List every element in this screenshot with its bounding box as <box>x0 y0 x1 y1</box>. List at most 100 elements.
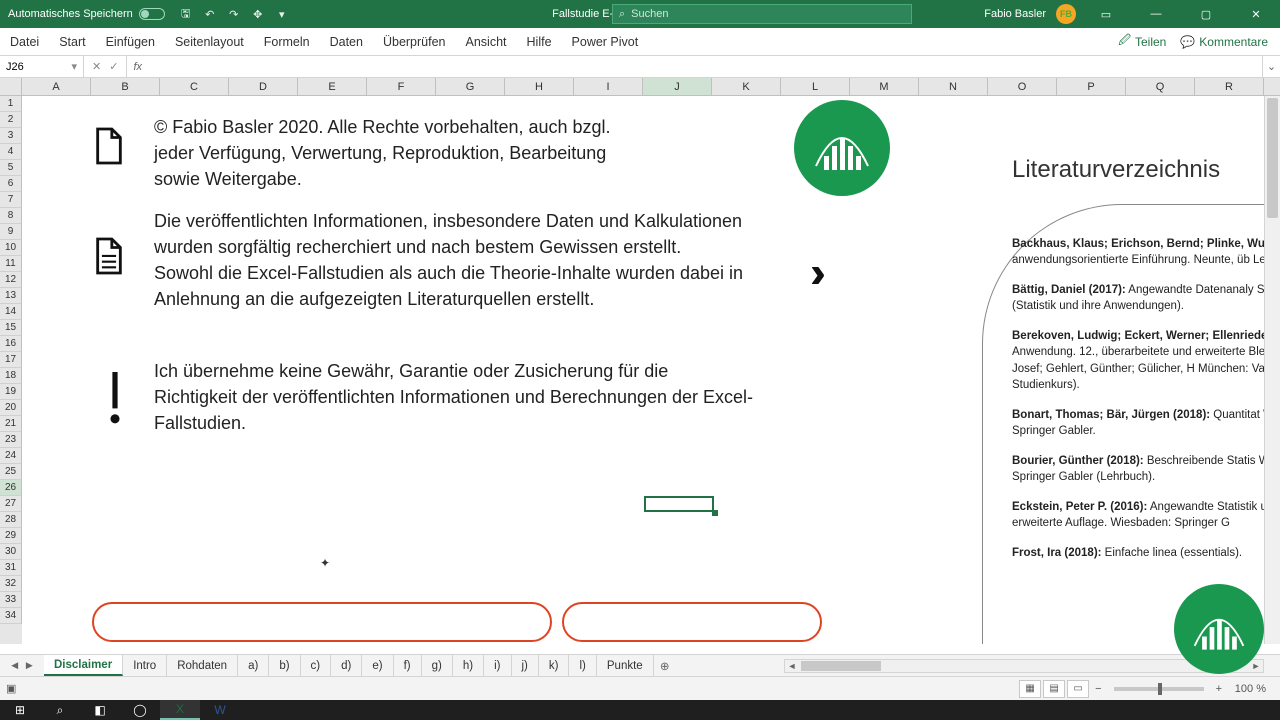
row-header[interactable]: 27 <box>0 496 22 512</box>
row-header[interactable]: 2 <box>0 112 22 128</box>
sheet-tab[interactable]: a) <box>238 655 269 676</box>
maximize-icon[interactable]: ▢ <box>1186 0 1226 28</box>
ribbon-tab-einfügen[interactable]: Einfügen <box>96 28 165 55</box>
zoom-slider[interactable] <box>1114 687 1204 691</box>
column-header[interactable]: B <box>91 78 160 95</box>
start-button[interactable]: ⊞ <box>0 700 40 720</box>
row-header[interactable]: 23 <box>0 432 22 448</box>
row-header[interactable]: 16 <box>0 336 22 352</box>
share-button[interactable]: 🖉 Teilen <box>1118 31 1166 52</box>
search-input[interactable]: ⌕ Suchen <box>612 4 912 24</box>
close-icon[interactable]: ✕ <box>1236 0 1276 28</box>
vertical-scrollbar[interactable] <box>1264 96 1280 644</box>
sheet-tab[interactable]: Intro <box>123 655 167 676</box>
word-taskbar-icon[interactable]: W <box>200 700 240 720</box>
row-header[interactable]: 4 <box>0 144 22 160</box>
expand-formula-icon[interactable]: ⌄ <box>1262 56 1280 77</box>
sheet-tab[interactable]: h) <box>453 655 484 676</box>
tab-nav[interactable]: ◄ ► <box>0 660 44 672</box>
zoom-level[interactable]: 100 % <box>1228 683 1272 695</box>
column-header[interactable]: M <box>850 78 919 95</box>
column-header[interactable]: C <box>160 78 229 95</box>
fill-handle[interactable] <box>712 510 718 516</box>
sheet-tab[interactable]: e) <box>362 655 393 676</box>
sheet-tab[interactable]: b) <box>269 655 300 676</box>
row-header[interactable]: 19 <box>0 384 22 400</box>
row-header[interactable]: 5 <box>0 160 22 176</box>
column-header[interactable]: J <box>643 78 712 95</box>
row-header[interactable]: 34 <box>0 608 22 624</box>
row-header[interactable]: 10 <box>0 240 22 256</box>
row-header[interactable]: 7 <box>0 192 22 208</box>
worksheet-grid[interactable]: 1234567891011121314151617181920212324252… <box>0 96 1264 644</box>
column-header[interactable]: N <box>919 78 988 95</box>
sheet-tab[interactable]: c) <box>301 655 332 676</box>
ribbon-tab-daten[interactable]: Daten <box>320 28 373 55</box>
sheet-tab[interactable]: Disclaimer <box>44 655 123 676</box>
sheet-tab[interactable]: f) <box>394 655 422 676</box>
accept-formula-icon[interactable]: ✓ <box>109 60 118 73</box>
ribbon-tab-seitenlayout[interactable]: Seitenlayout <box>165 28 254 55</box>
comments-button[interactable]: 💬 Kommentare <box>1180 31 1268 52</box>
normal-view-button[interactable]: ▦ <box>1019 680 1041 698</box>
ribbon-display-icon[interactable]: ▭ <box>1086 0 1126 28</box>
row-header[interactable]: 31 <box>0 560 22 576</box>
sheet-tab[interactable]: Rohdaten <box>167 655 238 676</box>
ribbon-tab-hilfe[interactable]: Hilfe <box>517 28 562 55</box>
row-header[interactable]: 21 <box>0 416 22 432</box>
cancel-formula-icon[interactable]: ✕ <box>92 60 101 73</box>
avatar[interactable]: FB <box>1056 4 1076 24</box>
select-all-corner[interactable] <box>0 78 22 95</box>
row-header[interactable]: 15 <box>0 320 22 336</box>
scrollbar-thumb[interactable] <box>801 661 881 671</box>
qat-more-icon[interactable]: ▾ <box>275 7 289 21</box>
page-break-button[interactable]: ▭ <box>1067 680 1089 698</box>
column-header[interactable]: P <box>1057 78 1126 95</box>
row-header[interactable]: 18 <box>0 368 22 384</box>
row-header[interactable]: 9 <box>0 224 22 240</box>
row-header[interactable]: 29 <box>0 528 22 544</box>
row-header[interactable]: 28 <box>0 512 22 528</box>
ribbon-tab-datei[interactable]: Datei <box>0 28 49 55</box>
sheet-tab[interactable]: l) <box>569 655 596 676</box>
undo-icon[interactable]: ↶ <box>203 7 217 21</box>
row-header[interactable]: 11 <box>0 256 22 272</box>
selected-cell[interactable] <box>644 496 714 512</box>
row-header[interactable]: 26 <box>0 480 22 496</box>
minimize-icon[interactable]: — <box>1136 0 1176 28</box>
sheet-tab[interactable]: d) <box>331 655 362 676</box>
column-header[interactable]: H <box>505 78 574 95</box>
autosave-toggle[interactable]: Automatisches Speichern <box>8 8 165 20</box>
task-view-icon[interactable]: ◧ <box>80 700 120 720</box>
row-header[interactable]: 3 <box>0 128 22 144</box>
column-header[interactable]: O <box>988 78 1057 95</box>
row-header[interactable]: 30 <box>0 544 22 560</box>
name-box[interactable]: J26▾ <box>0 56 84 77</box>
column-header[interactable]: F <box>367 78 436 95</box>
row-header[interactable]: 12 <box>0 272 22 288</box>
redo-icon[interactable]: ↷ <box>227 7 241 21</box>
obs-icon[interactable]: ◯ <box>120 700 160 720</box>
zoom-in-button[interactable]: + <box>1212 683 1226 695</box>
row-header[interactable]: 32 <box>0 576 22 592</box>
page-layout-button[interactable]: ▤ <box>1043 680 1065 698</box>
sheet-tab[interactable]: i) <box>484 655 511 676</box>
column-header[interactable]: R <box>1195 78 1264 95</box>
toggle-switch[interactable] <box>139 8 165 20</box>
scroll-right-icon[interactable]: ► <box>1249 660 1263 672</box>
ribbon-tab-formeln[interactable]: Formeln <box>254 28 320 55</box>
row-header[interactable]: 6 <box>0 176 22 192</box>
row-header[interactable]: 13 <box>0 288 22 304</box>
row-header[interactable]: 20 <box>0 400 22 416</box>
row-header[interactable]: 25 <box>0 464 22 480</box>
row-header[interactable]: 24 <box>0 448 22 464</box>
sheet-tab[interactable]: g) <box>422 655 453 676</box>
record-macro-icon[interactable]: ▣ <box>6 682 16 695</box>
save-icon[interactable]: 🖫 <box>179 7 193 21</box>
column-header[interactable]: E <box>298 78 367 95</box>
search-taskbar-icon[interactable]: ⌕ <box>40 700 80 720</box>
ribbon-tab-überprüfen[interactable]: Überprüfen <box>373 28 456 55</box>
touch-mode-icon[interactable]: ✥ <box>251 7 265 21</box>
column-header[interactable]: L <box>781 78 850 95</box>
column-header[interactable]: D <box>229 78 298 95</box>
